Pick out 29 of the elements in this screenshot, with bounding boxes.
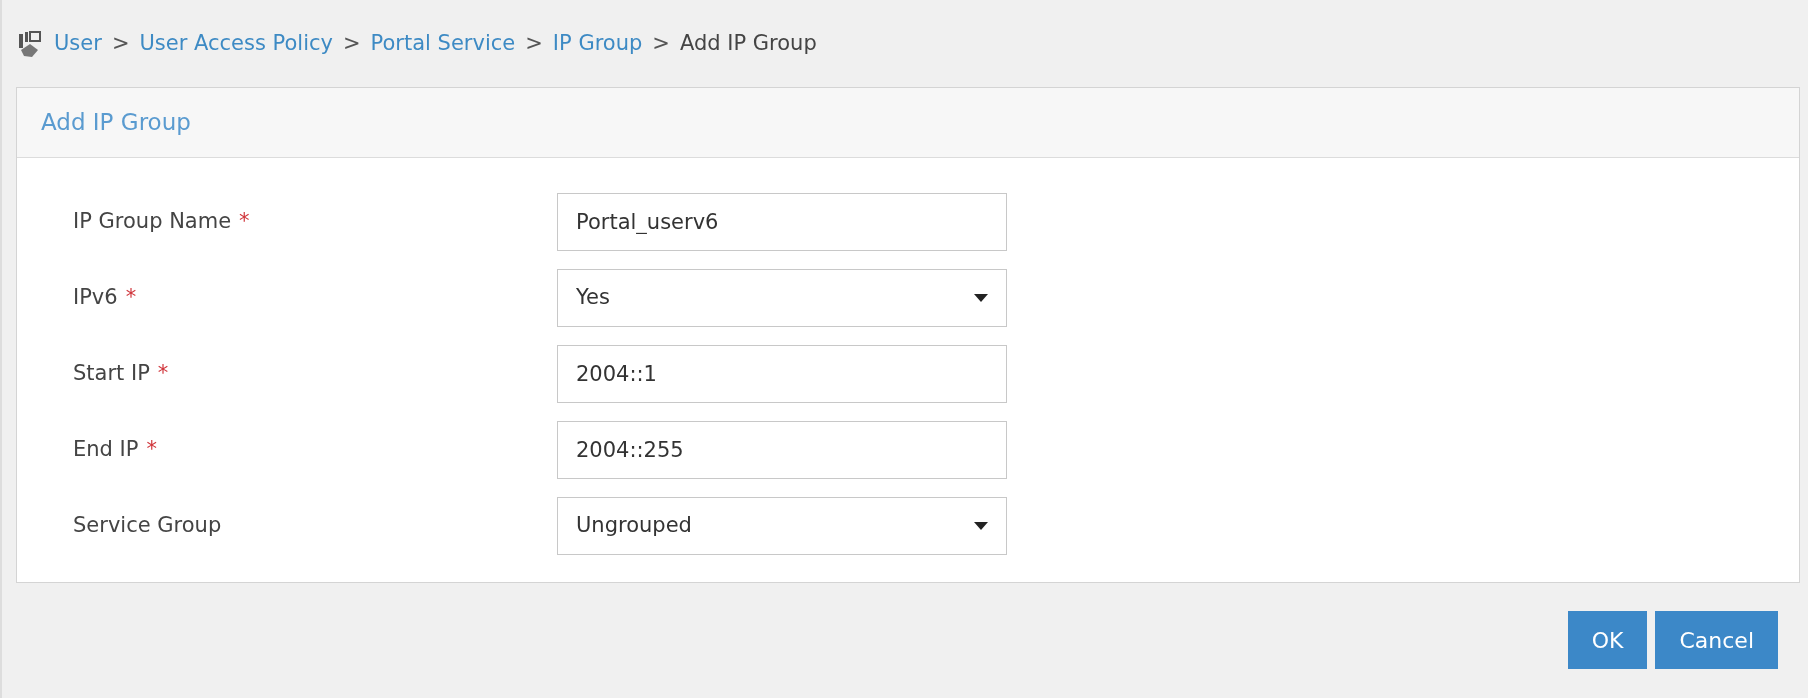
network-user-icon xyxy=(18,29,44,58)
ok-button[interactable]: OK xyxy=(1567,611,1648,669)
breadcrumb-separator: > xyxy=(111,29,130,57)
input-field[interactable]: 2004::255 xyxy=(557,421,1007,479)
breadcrumb-separator: > xyxy=(652,29,670,57)
field-label: End IP xyxy=(73,437,139,462)
breadcrumb-current: Add IP Group xyxy=(679,29,817,57)
input-field[interactable]: Portal_userv6 xyxy=(557,193,1007,251)
caret-icon xyxy=(974,522,988,530)
breadcrumb-link[interactable]: IP Group xyxy=(552,27,643,60)
required-mark: * xyxy=(239,209,250,234)
breadcrumb-separator: > xyxy=(525,29,543,57)
panel-title: Add IP Group xyxy=(41,108,191,138)
field-label: IP Group Name xyxy=(73,209,232,234)
dropdown[interactable]: Ungrouped xyxy=(557,497,1007,555)
field-label: Start IP xyxy=(73,361,150,386)
breadcrumb-link[interactable]: User xyxy=(54,27,102,60)
field-label: Service Group xyxy=(73,513,222,538)
required-mark: * xyxy=(157,361,169,386)
breadcrumb-separator: > xyxy=(343,29,361,57)
dropdown[interactable]: Yes xyxy=(557,269,1007,327)
field-label: IPv6 xyxy=(73,285,118,310)
required-mark: * xyxy=(125,285,137,310)
caret-icon xyxy=(974,294,988,302)
breadcrumb-link[interactable]: User Access Policy xyxy=(139,27,333,60)
required-mark: * xyxy=(146,437,157,462)
cancel-button[interactable]: Cancel xyxy=(1655,611,1778,669)
breadcrumb-link[interactable]: Portal Service xyxy=(370,27,516,60)
input-field[interactable]: 2004::1 xyxy=(557,345,1007,403)
